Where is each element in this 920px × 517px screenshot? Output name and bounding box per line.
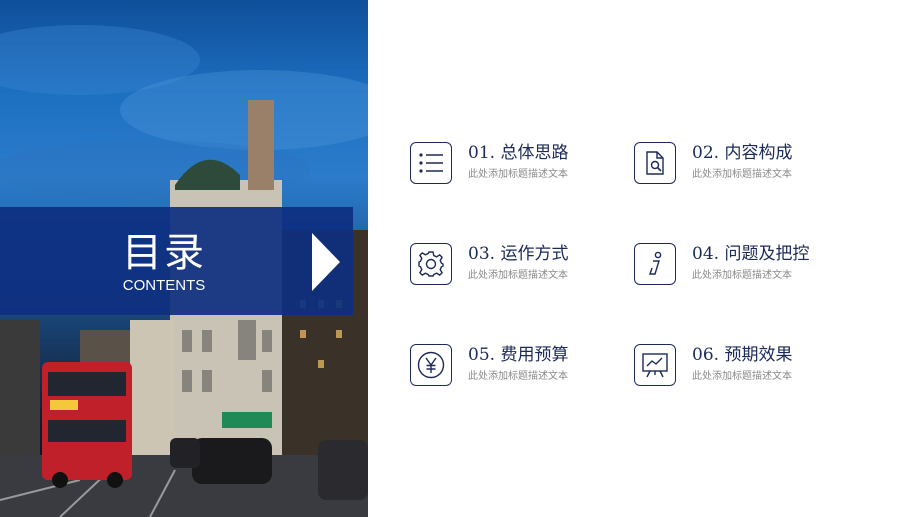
toc-item-5[interactable]: 05. 费用预算 此处添加标题描述文本 xyxy=(410,344,640,392)
toc-item-4[interactable]: 04. 问题及把控 此处添加标题描述文本 xyxy=(634,243,864,291)
toc-item-2[interactable]: 02. 内容构成 此处添加标题描述文本 xyxy=(634,142,864,190)
toc-item-description: 此处添加标题描述文本 xyxy=(468,270,568,281)
gear-icon xyxy=(410,243,452,285)
toc-item-6[interactable]: 06. 预期效果 此处添加标题描述文本 xyxy=(634,344,864,392)
banner-subtitle: CONTENTS xyxy=(122,277,206,294)
presentation-chart-icon xyxy=(634,344,676,386)
toc-item-title: 01. 总体思路 xyxy=(468,143,569,163)
toc-item-title: 06. 预期效果 xyxy=(692,345,793,365)
toc-item-3[interactable]: 03. 运作方式 此处添加标题描述文本 xyxy=(410,243,640,291)
document-search-icon xyxy=(634,142,676,184)
arrow-right-icon xyxy=(312,233,340,291)
yen-icon xyxy=(410,344,452,386)
toc-item-description: 此处添加标题描述文本 xyxy=(468,169,568,180)
toc-item-description: 此处添加标题描述文本 xyxy=(692,169,792,180)
info-icon xyxy=(634,243,676,285)
banner-title: 目录 xyxy=(122,230,206,276)
toc-item-1[interactable]: 01. 总体思路 此处添加标题描述文本 xyxy=(410,142,640,190)
list-icon xyxy=(410,142,452,184)
toc-item-title: 04. 问题及把控 xyxy=(692,244,810,264)
toc-item-description: 此处添加标题描述文本 xyxy=(468,371,568,382)
toc-item-title: 03. 运作方式 xyxy=(468,244,569,264)
toc-item-description: 此处添加标题描述文本 xyxy=(692,270,792,281)
toc-item-description: 此处添加标题描述文本 xyxy=(692,371,792,382)
toc-item-title: 02. 内容构成 xyxy=(692,143,793,163)
toc-item-title: 05. 费用预算 xyxy=(468,345,569,365)
